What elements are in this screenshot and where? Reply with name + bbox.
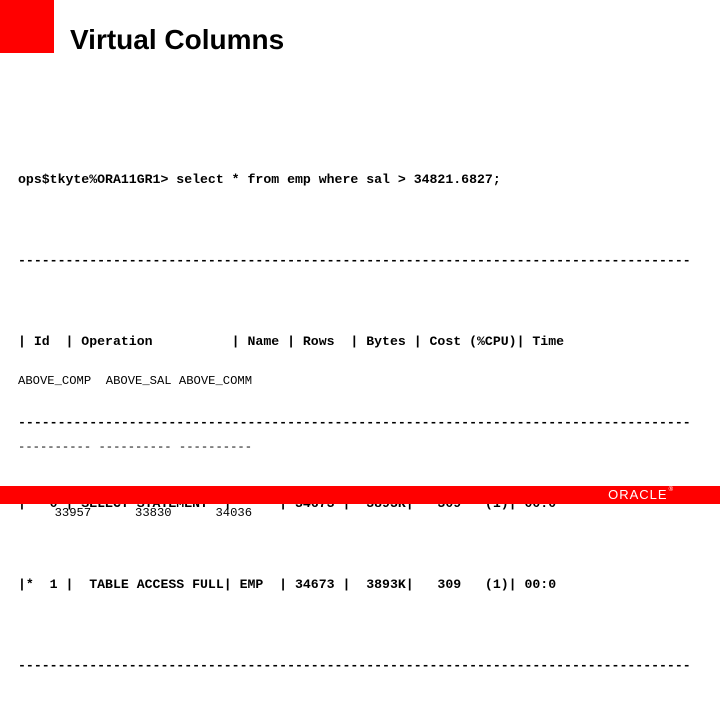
- plan-row: |* 1 | TABLE ACCESS FULL| EMP | 34673 | …: [18, 577, 557, 592]
- corner-accent-square: [0, 0, 54, 53]
- plan-separator-bottom: ----------------------------------------…: [18, 658, 691, 673]
- sql-command-line: ops$tkyte%ORA11GR1> select * from emp wh…: [18, 172, 501, 187]
- oracle-logo: ORACLE®: [608, 487, 674, 502]
- result-values-row: 33957 33830 34036: [18, 506, 253, 520]
- query-result: ABOVE_COMP ABOVE_SAL ABOVE_COMM --------…: [18, 326, 252, 546]
- result-separator: ---------- ---------- ----------: [18, 440, 253, 454]
- result-header-row: ABOVE_COMP ABOVE_SAL ABOVE_COMM: [18, 374, 253, 388]
- plan-separator-top: ----------------------------------------…: [18, 253, 691, 268]
- oracle-logo-text: ORACLE: [608, 487, 668, 502]
- slide-title: Virtual Columns: [70, 24, 285, 55]
- registered-mark: ®: [668, 487, 674, 493]
